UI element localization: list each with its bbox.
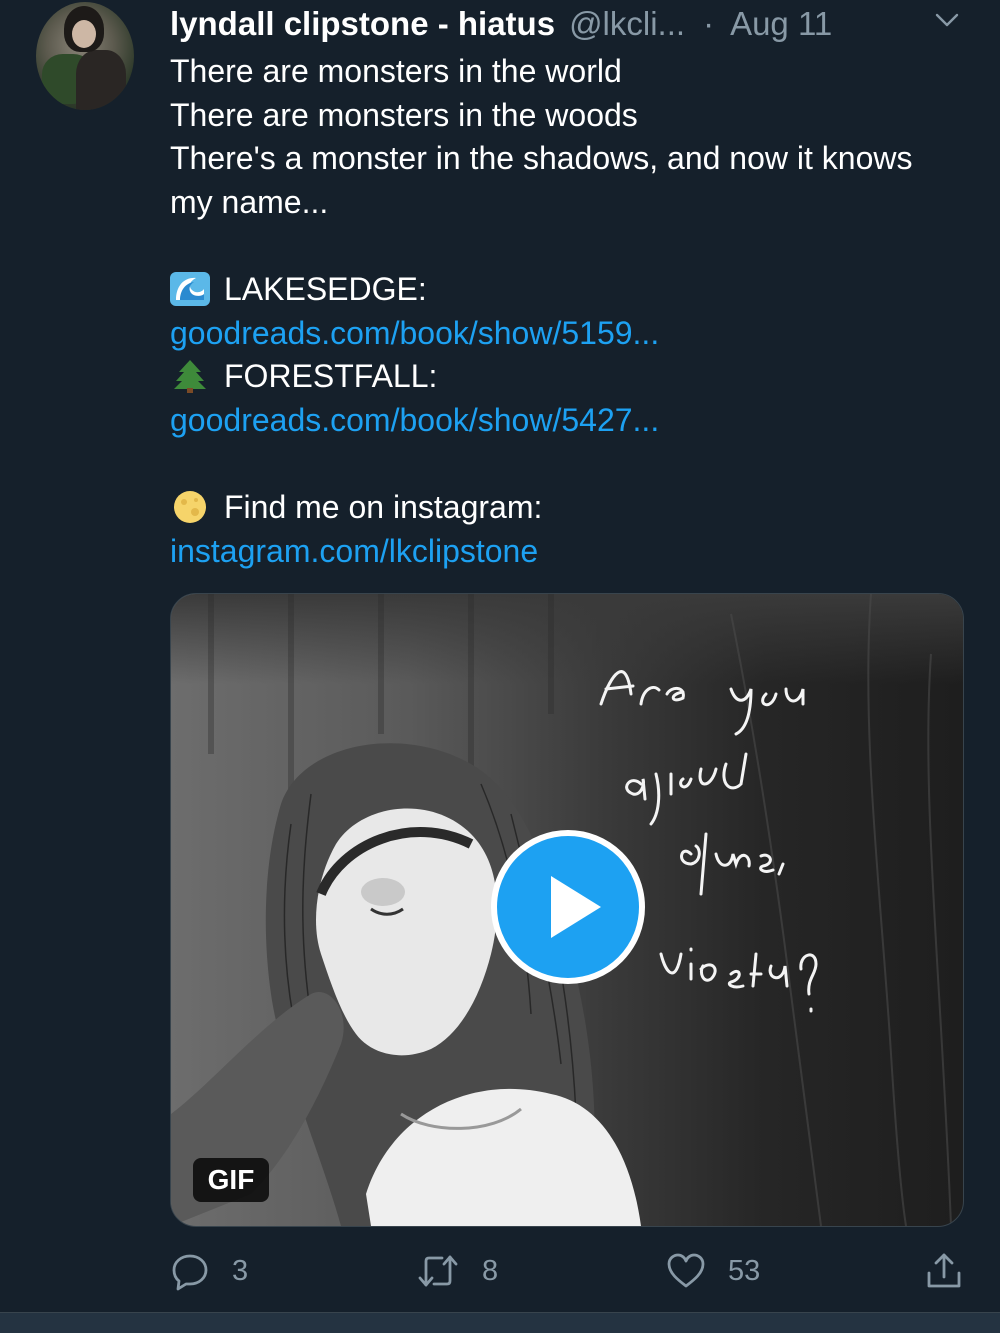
share-icon <box>927 1253 961 1288</box>
avatar-body <box>76 50 126 110</box>
play-button[interactable] <box>491 830 645 984</box>
play-icon <box>551 876 601 938</box>
forestfall-row: FORESTFALL: <box>170 355 960 399</box>
reply-button[interactable]: 3 <box>170 1246 248 1296</box>
author-name[interactable]: lyndall clipstone - hiatus <box>170 5 555 43</box>
tweet[interactable]: lyndall clipstone - hiatus @lkcli... · A… <box>0 0 1000 1312</box>
forestfall-label: FORESTFALL: <box>224 358 438 395</box>
retweet-button[interactable]: 8 <box>416 1246 498 1296</box>
instagram-row: Find me on instagram: <box>170 486 960 530</box>
header-separator: · <box>703 5 715 42</box>
bottom-divider <box>0 1312 1000 1333</box>
tweet-line: There are monsters in the world <box>170 53 622 89</box>
like-count: 53 <box>728 1254 761 1287</box>
lakesedge-row: LAKESEDGE: <box>170 268 960 312</box>
like-button[interactable]: 53 <box>666 1246 760 1296</box>
chevron-down-icon[interactable] <box>934 8 960 34</box>
lakesedge-label: LAKESEDGE: <box>224 270 427 307</box>
moon-emoji-icon <box>170 490 210 524</box>
author-handle[interactable]: @lkcli... <box>569 5 685 43</box>
heart-icon <box>667 1253 705 1288</box>
retweet-icon <box>418 1255 458 1287</box>
share-button[interactable] <box>924 1246 986 1296</box>
tweet-line: There are monsters in the woods <box>170 96 638 133</box>
instagram-link[interactable]: instagram.com/lkclipstone <box>170 530 960 574</box>
reply-icon <box>172 1254 208 1291</box>
instagram-label: Find me on instagram: <box>224 488 543 525</box>
retweet-count: 8 <box>482 1254 499 1287</box>
tweet-date[interactable]: Aug 11 <box>730 5 832 43</box>
action-bar: 3 8 53 <box>170 1246 970 1296</box>
avatar[interactable] <box>36 2 134 110</box>
tweet-line: There's a monster in the shadows, and no… <box>170 140 913 220</box>
tweet-header: lyndall clipstone - hiatus @lkcli... · A… <box>170 2 960 46</box>
evergreen-tree-emoji-icon <box>170 359 210 394</box>
forestfall-link[interactable]: goodreads.com/book/show/5427... <box>170 399 960 443</box>
avatar-face <box>72 20 96 48</box>
wave-emoji-icon <box>170 271 210 306</box>
gif-media[interactable]: GIF <box>170 593 964 1227</box>
reply-count: 3 <box>232 1254 249 1287</box>
lakesedge-link[interactable]: goodreads.com/book/show/5159... <box>170 312 960 356</box>
gif-badge: GIF <box>193 1158 269 1202</box>
tweet-text: There are monsters in the world There ar… <box>170 50 960 573</box>
